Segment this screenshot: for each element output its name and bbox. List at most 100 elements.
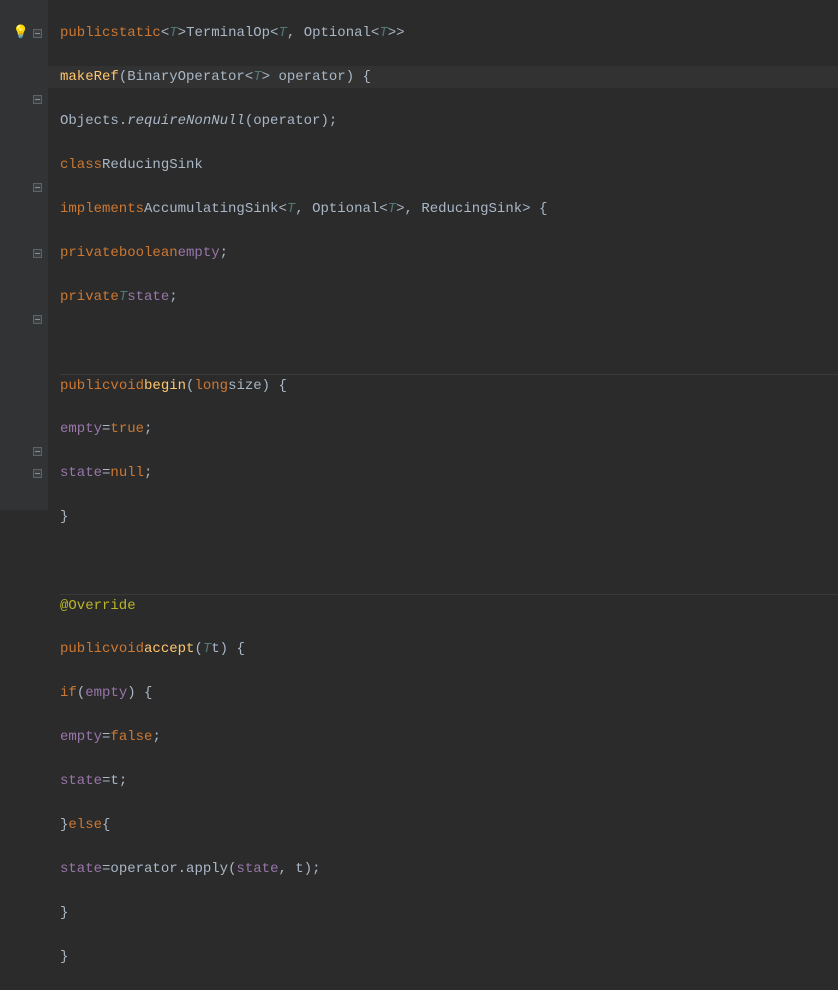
code-line: if (empty) { <box>60 682 838 704</box>
code-line-highlighted: makeRef(BinaryOperator<T> operator) { <box>48 66 838 88</box>
keyword: public <box>60 638 110 660</box>
gutter-row: 💡 <box>0 22 48 44</box>
type-param: T <box>278 22 286 44</box>
parameter: t <box>110 770 118 792</box>
class-name: BinaryOperator <box>127 66 245 88</box>
type-param: T <box>203 638 211 660</box>
fold-icon[interactable] <box>33 315 42 324</box>
parameter: operator <box>110 858 177 880</box>
code-line: @Override <box>60 594 838 616</box>
field: state <box>236 858 278 880</box>
gutter-row <box>0 220 48 242</box>
keyword: static <box>110 22 160 44</box>
code-line: empty = false; <box>60 726 838 748</box>
code-line: } else { <box>60 814 838 836</box>
field: state <box>127 286 169 308</box>
field: empty <box>60 726 102 748</box>
fold-icon[interactable] <box>33 95 42 104</box>
field: empty <box>85 682 127 704</box>
gutter-row <box>0 132 48 154</box>
code-line: state = null; <box>60 462 838 484</box>
keyword: null <box>110 462 144 484</box>
annotation: @Override <box>60 595 136 617</box>
gutter-row <box>0 176 48 198</box>
keyword: private <box>60 242 119 264</box>
gutter-row <box>0 352 48 374</box>
gutter-row <box>0 374 48 396</box>
angle-close: > <box>178 22 186 44</box>
gutter-row <box>0 286 48 308</box>
gutter-row <box>0 88 48 110</box>
parameter: operator <box>253 110 320 132</box>
keyword: void <box>110 638 144 660</box>
method-name: begin <box>144 375 186 397</box>
code-line <box>60 330 838 352</box>
keyword: boolean <box>119 242 178 264</box>
parameter: t <box>211 638 219 660</box>
gutter-row <box>0 66 48 88</box>
class-name: Optional <box>312 198 379 220</box>
code-line: state = t; <box>60 770 838 792</box>
class-name: AccumulatingSink <box>144 198 278 220</box>
parameter: size <box>228 375 262 397</box>
gutter-row <box>0 308 48 330</box>
keyword: true <box>110 418 144 440</box>
type-param: T <box>287 198 295 220</box>
code-line: } <box>60 506 838 528</box>
gutter-row <box>0 264 48 286</box>
type-param: T <box>169 22 177 44</box>
fold-icon[interactable] <box>33 249 42 258</box>
fold-icon[interactable] <box>33 183 42 192</box>
method-call: apply <box>186 858 228 880</box>
keyword: void <box>110 375 144 397</box>
code-line: public void begin(long size) { <box>60 374 838 396</box>
keyword: long <box>194 375 228 397</box>
lightbulb-icon[interactable]: 💡 <box>13 22 29 44</box>
gutter-row <box>0 418 48 440</box>
gutter-row <box>0 198 48 220</box>
keyword: if <box>60 682 77 704</box>
keyword: public <box>60 375 110 397</box>
field: empty <box>178 242 220 264</box>
parameter: operator <box>278 66 345 88</box>
field: state <box>60 858 102 880</box>
type-param: T <box>119 286 127 308</box>
fold-icon[interactable] <box>33 29 42 38</box>
class-name: ReducingSink <box>421 198 522 220</box>
class-name: Objects <box>60 110 119 132</box>
gutter-row <box>0 110 48 132</box>
keyword: public <box>60 22 110 44</box>
field: state <box>60 462 102 484</box>
field: empty <box>60 418 102 440</box>
code-line <box>60 550 838 572</box>
code-line: state = operator.apply(state, t); <box>60 858 838 880</box>
static-method: requireNonNull <box>127 110 245 132</box>
fold-icon[interactable] <box>33 447 42 456</box>
code-line: private boolean empty; <box>60 242 838 264</box>
gutter-row <box>0 330 48 352</box>
code-area[interactable]: public static <T> TerminalOp<T, Optional… <box>48 0 838 510</box>
code-line: private T state; <box>60 286 838 308</box>
type-param: T <box>388 198 396 220</box>
parameter: t <box>295 858 303 880</box>
angle-open: < <box>161 22 169 44</box>
gutter-row <box>0 0 48 22</box>
class-name: ReducingSink <box>102 154 203 176</box>
gutter-row <box>0 242 48 264</box>
code-line: class ReducingSink <box>60 154 838 176</box>
keyword: class <box>60 154 102 176</box>
gutter-row <box>0 462 48 484</box>
code-line: implements AccumulatingSink<T, Optional<… <box>60 198 838 220</box>
code-line: public static <T> TerminalOp<T, Optional… <box>60 22 838 44</box>
code-line: } <box>60 902 838 924</box>
gutter-row <box>0 396 48 418</box>
fold-icon[interactable] <box>33 469 42 478</box>
gutter-row <box>0 440 48 462</box>
code-line: public void accept(T t) { <box>60 638 838 660</box>
class-name: TerminalOp <box>186 22 270 44</box>
keyword: private <box>60 286 119 308</box>
method-name: accept <box>144 638 194 660</box>
field: state <box>60 770 102 792</box>
gutter: 💡 <box>0 0 48 510</box>
keyword: else <box>68 814 102 836</box>
